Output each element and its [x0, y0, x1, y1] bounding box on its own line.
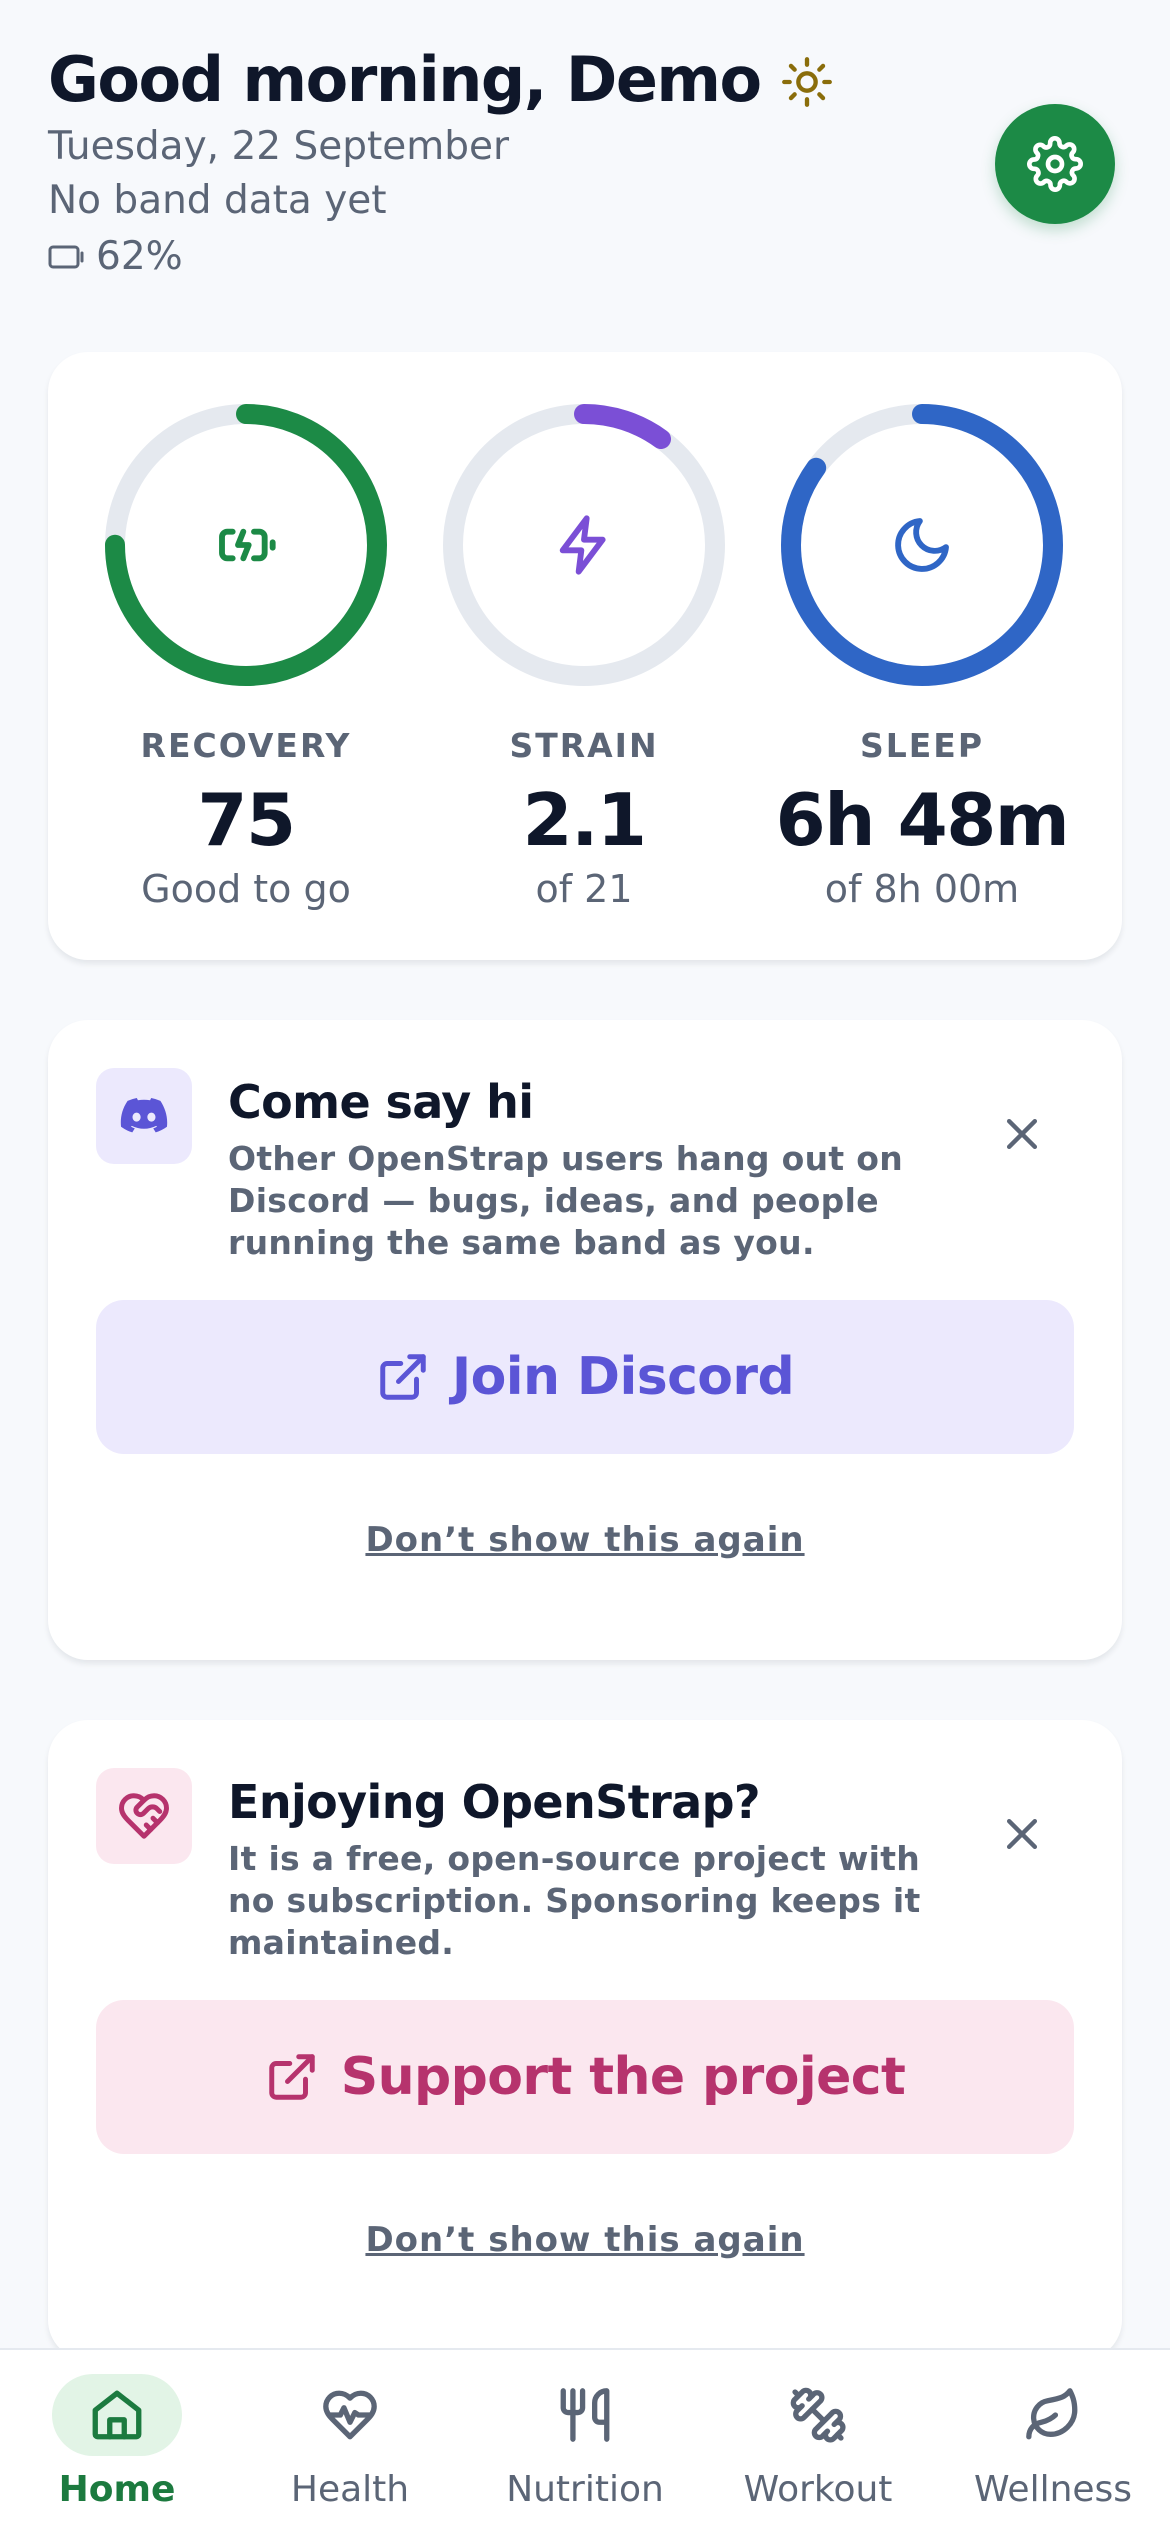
sponsor-title: Enjoying OpenStrap? [228, 1775, 761, 1829]
nav-nutrition-label: Nutrition [506, 2469, 664, 2510]
band-status-text: No band data yet [48, 178, 387, 223]
strain-value: 2.1 [522, 778, 647, 862]
close-icon[interactable] [1000, 1812, 1044, 1856]
date-text: Tuesday, 22 September [48, 124, 510, 169]
nav-health-pill [285, 2374, 415, 2456]
bottom-nav: Home Health Nutrition Workout Wellness [0, 2348, 1170, 2532]
battery-percent: 62% [96, 234, 183, 279]
strain-label: STRAIN [509, 726, 659, 765]
discord-card: Come say hi Other OpenStrap users hang o… [48, 1020, 1122, 1660]
strain-ring [439, 400, 729, 690]
sponsor-icon-box [96, 1768, 192, 1864]
home-screen: Good morning, Demo Tuesday, 22 September… [0, 0, 1170, 2532]
recovery-label: RECOVERY [140, 726, 352, 765]
home-icon [92, 2390, 142, 2440]
nav-workout-label: Workout [743, 2469, 893, 2510]
discord-icon [120, 1098, 168, 1133]
dismiss-discord-link[interactable]: Don’t show this again [48, 1520, 1122, 1560]
discord-title: Come say hi [228, 1075, 534, 1129]
greeting-title: Good morning, Demo [48, 43, 762, 116]
sleep-value: 6h 48m [775, 778, 1070, 862]
sponsor-card: Enjoying OpenStrap? It is a free, open-s… [48, 1720, 1122, 2360]
nav-wellness-label: Wellness [973, 2469, 1133, 2510]
strain-metric[interactable]: STRAIN 2.1 of 21 [424, 352, 744, 914]
support-project-button[interactable]: Support the project [96, 2000, 1074, 2154]
battery-icon [48, 245, 84, 269]
sleep-label: SLEEP [859, 726, 985, 765]
battery-status: 62% [48, 230, 1118, 284]
heart-pulse-icon [323, 2390, 377, 2440]
metrics-card[interactable]: RECOVERY 75 Good to go STRAIN 2.1 of 21 [48, 352, 1122, 960]
gear-icon [1027, 136, 1083, 192]
discord-icon-box [96, 1068, 192, 1164]
close-icon[interactable] [1000, 1112, 1044, 1156]
nav-nutrition[interactable]: Nutrition [485, 2374, 685, 2512]
nav-health[interactable]: Health [250, 2374, 450, 2512]
join-discord-button[interactable]: Join Discord [96, 1300, 1074, 1454]
external-link-icon [269, 2054, 315, 2100]
recovery-ring [101, 400, 391, 690]
heart-handshake-icon [119, 1793, 169, 1839]
nav-nutrition-pill [520, 2374, 650, 2456]
sleep-metric[interactable]: SLEEP 6h 48m of 8h 00m [762, 352, 1082, 914]
nav-health-label: Health [290, 2469, 410, 2510]
dismiss-sponsor-link[interactable]: Don’t show this again [48, 2220, 1122, 2260]
sleep-ring [777, 400, 1067, 690]
sponsor-description: It is a free, open-source project with n… [228, 1839, 921, 1962]
greeting-row: Good morning, Demo [48, 40, 1118, 120]
join-discord-label: Join Discord [451, 1347, 795, 1407]
strain-sub: of 21 [535, 867, 633, 911]
sun-icon [781, 57, 832, 107]
settings-button[interactable] [995, 104, 1115, 224]
nav-workout[interactable]: Workout [718, 2374, 918, 2512]
leaf-icon [1026, 2388, 1078, 2440]
nav-home[interactable]: Home [17, 2374, 217, 2512]
support-project-label: Support the project [340, 2047, 906, 2107]
external-link-icon [380, 1354, 426, 1400]
recovery-sub: Good to go [141, 867, 351, 911]
dumbbell-icon [790, 2387, 846, 2443]
lightning-icon [559, 515, 606, 575]
moon-icon [895, 518, 949, 572]
nav-wellness-pill [988, 2374, 1118, 2456]
nav-home-pill [52, 2374, 182, 2456]
nav-workout-pill [753, 2374, 883, 2456]
nav-home-label: Home [58, 2469, 176, 2510]
recovery-value: 75 [197, 778, 296, 862]
sleep-sub: of 8h 00m [824, 867, 1020, 911]
fork-knife-icon [560, 2388, 610, 2442]
nav-wellness[interactable]: Wellness [953, 2374, 1153, 2512]
header: Good morning, Demo Tuesday, 22 September… [48, 40, 1118, 284]
recovery-metric[interactable]: RECOVERY 75 Good to go [86, 352, 406, 914]
battery-charging-icon [219, 528, 276, 562]
discord-description: Other OpenStrap users hang out on Discor… [228, 1139, 903, 1262]
